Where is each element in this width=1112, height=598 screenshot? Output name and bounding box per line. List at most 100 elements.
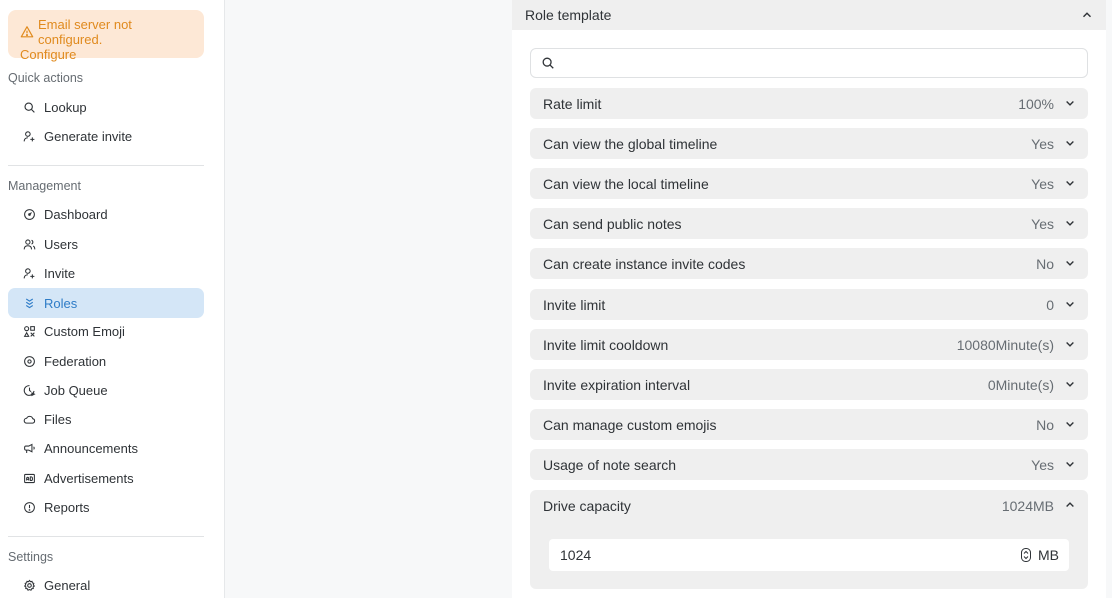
chevron-down-icon [1066, 261, 1074, 266]
alert-message: Email server not configured. [38, 17, 132, 47]
option-value: Yes [1031, 175, 1054, 192]
nav-item-label: Federation [44, 353, 107, 369]
nav-item-general[interactable]: General [8, 570, 204, 598]
nav-item-announcements[interactable]: Announcements [8, 433, 204, 463]
option-label: Can manage custom emojis [543, 416, 717, 433]
role-template-header[interactable]: Role template [512, 0, 1106, 30]
whirl-icon [22, 354, 36, 368]
user-plus-icon [22, 266, 36, 280]
ad-icon [22, 471, 36, 485]
settings-title: Settings [8, 550, 54, 564]
option-value: No [1036, 416, 1054, 433]
nav-item-label: Announcements [44, 440, 138, 456]
nav-item-label: Lookup [44, 99, 87, 115]
nav-item-dashboard[interactable]: Dashboard [8, 199, 204, 229]
option-label: Invite limit [543, 296, 606, 313]
option-label: Can create instance invite codes [543, 255, 746, 272]
option-can-manage-custom-emojis[interactable]: Can manage custom emojis No [530, 409, 1088, 440]
option-label: Invite limit cooldown [543, 336, 669, 353]
cloud-icon [22, 412, 36, 426]
chevron-down-icon [1066, 302, 1074, 307]
nav-item-invite[interactable]: Invite [8, 258, 204, 288]
chevron-down-icon [1066, 462, 1074, 467]
nav-item-label: Users [44, 236, 78, 252]
configure-link[interactable]: Configure [20, 47, 76, 62]
option-value: 1024MB [1001, 497, 1054, 514]
nav-item-label: Job Queue [44, 382, 108, 398]
option-can-view-local-timeline[interactable]: Can view the local timeline Yes [530, 168, 1088, 199]
number-stepper-icon[interactable] [1021, 548, 1031, 562]
option-can-view-global-timeline[interactable]: Can view the global timeline Yes [530, 128, 1088, 159]
clock-play-icon [22, 383, 36, 397]
option-label: Rate limit [543, 95, 602, 112]
panel-title: Role template [525, 7, 612, 23]
option-rate-limit[interactable]: Rate limit 100% [530, 88, 1088, 119]
nav-item-label: Custom Emoji [44, 323, 125, 339]
search-field[interactable] [530, 48, 1088, 78]
option-label: Can view the local timeline [543, 175, 709, 192]
option-invite-expiration-interval[interactable]: Invite expiration interval 0Minute(s) [530, 369, 1088, 400]
option-value: 0Minute(s) [987, 376, 1054, 393]
option-invite-limit-cooldown[interactable]: Invite limit cooldown 10080Minute(s) [530, 329, 1088, 360]
option-label: Drive capacity [543, 497, 631, 514]
nav-item-generate-invite[interactable]: Generate invite [8, 121, 204, 151]
nav-item-lookup[interactable]: Lookup [8, 92, 204, 122]
chevron-down-icon [1066, 181, 1074, 186]
drive-capacity-input[interactable]: 1024 MB [549, 539, 1069, 571]
alert-triangle-icon [20, 26, 34, 38]
nav-item-federation[interactable]: Federation [8, 346, 204, 376]
option-usage-of-note-search[interactable]: Usage of note search Yes [530, 449, 1088, 480]
option-can-create-invite-codes[interactable]: Can create instance invite codes No [530, 248, 1088, 279]
exclamation-circle-icon [22, 500, 36, 514]
nav-item-label: Generate invite [44, 128, 133, 144]
badges-icon [22, 296, 36, 310]
nav-item-roles[interactable]: Roles [8, 288, 204, 318]
option-label: Invite expiration interval [543, 376, 691, 393]
gauge-icon [22, 207, 36, 221]
chevron-down-icon [1066, 342, 1074, 347]
chevron-up-icon [1066, 502, 1074, 507]
sidebar-divider [8, 165, 204, 166]
nav-item-label: Advertisements [44, 470, 134, 486]
sidebar-divider [8, 536, 204, 537]
nav-item-advertisements[interactable]: Advertisements [8, 463, 204, 493]
drive-capacity-value: 1024 [560, 547, 592, 563]
speakerphone-icon [22, 441, 36, 455]
option-value: 0 [1046, 296, 1054, 313]
sidebar: Email server not configured. Configure Q… [0, 0, 225, 598]
icons-icon [22, 324, 36, 338]
chevron-down-icon [1066, 101, 1074, 106]
nav-item-label: General [44, 577, 91, 593]
nav-item-custom-emoji[interactable]: Custom Emoji [8, 316, 204, 346]
nav-item-users[interactable]: Users [8, 229, 204, 259]
option-value: No [1036, 255, 1054, 272]
option-drive-capacity[interactable]: Drive capacity 1024MB [530, 490, 1088, 521]
chevron-down-icon [1066, 422, 1074, 427]
nav-item-label: Dashboard [44, 206, 108, 222]
drive-capacity-unit: MB [1038, 547, 1059, 563]
option-value: Yes [1031, 215, 1054, 232]
nav-item-label: Reports [44, 499, 90, 515]
option-label: Can view the global timeline [543, 135, 718, 152]
search-input[interactable] [561, 50, 1087, 76]
drive-capacity-body: 1024 MB [530, 521, 1088, 589]
quick-actions-title: Quick actions [8, 71, 84, 85]
nav-item-reports[interactable]: Reports [8, 492, 204, 522]
role-template-panel: Role template Rate limit 100% Can view t… [512, 0, 1106, 598]
chevron-down-icon [1066, 221, 1074, 226]
gear-icon [22, 578, 36, 592]
nav-item-files[interactable]: Files [8, 404, 204, 434]
option-value: 10080Minute(s) [956, 336, 1054, 353]
option-label: Can send public notes [543, 215, 682, 232]
nav-item-job-queue[interactable]: Job Queue [8, 375, 204, 405]
search-icon [22, 100, 36, 114]
option-value: Yes [1031, 135, 1054, 152]
option-can-send-public-notes[interactable]: Can send public notes Yes [530, 208, 1088, 239]
nav-item-label: Invite [44, 265, 76, 281]
option-invite-limit[interactable]: Invite limit 0 [530, 289, 1088, 320]
option-value: Yes [1031, 456, 1054, 473]
option-label: Usage of note search [543, 456, 677, 473]
chevron-up-icon [1083, 12, 1091, 18]
nav-item-label: Files [44, 411, 72, 427]
search-icon [542, 57, 554, 69]
